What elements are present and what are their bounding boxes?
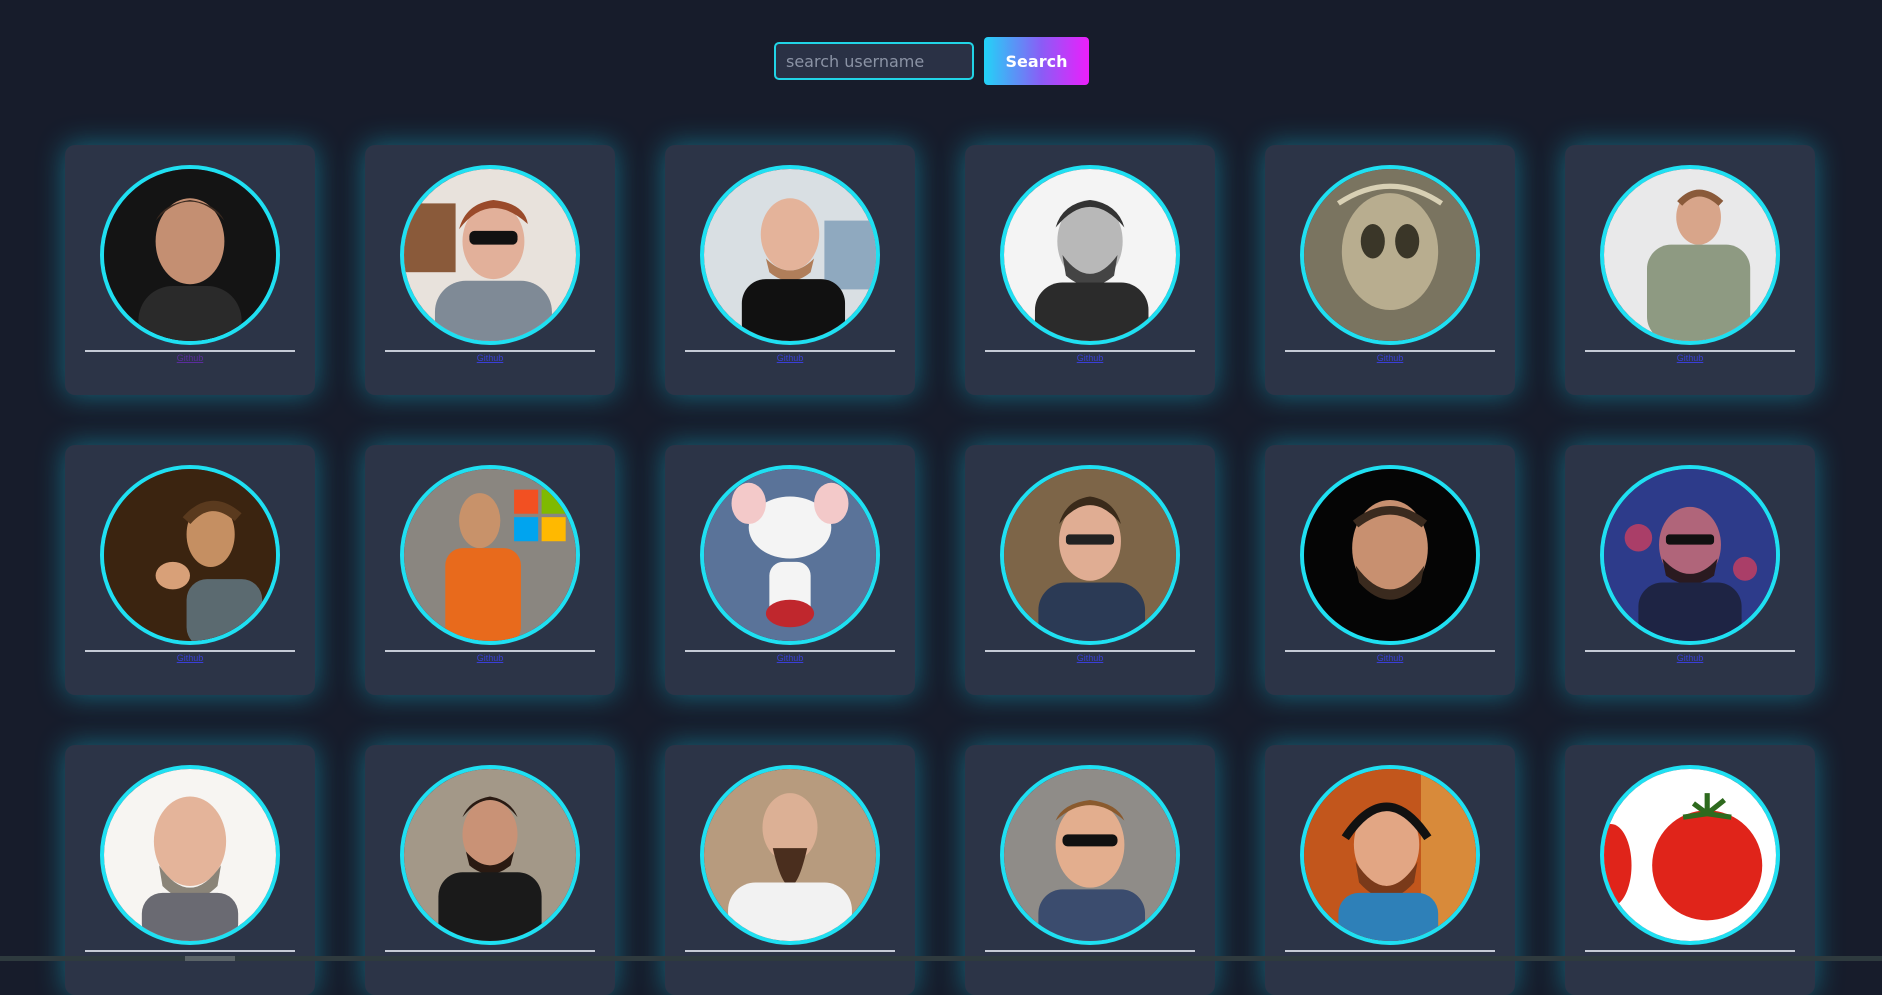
github-link[interactable]: Github: [965, 353, 1215, 363]
avatar-image: [1604, 469, 1776, 641]
search-input[interactable]: [774, 42, 974, 80]
divider: [685, 650, 895, 652]
user-card: Github: [1265, 145, 1515, 395]
search-button[interactable]: Search: [984, 37, 1089, 85]
user-grid: Github Github Github Github Github Githu…: [65, 145, 1815, 995]
user-avatar: [1000, 165, 1180, 345]
user-avatar: [700, 465, 880, 645]
avatar-image: [1304, 169, 1476, 341]
user-card: Github: [665, 145, 915, 395]
avatar-image: [1304, 469, 1476, 641]
user-card: Github: [1265, 445, 1515, 695]
user-avatar: [1000, 765, 1180, 945]
user-avatar: [1300, 465, 1480, 645]
scrollbar-thumb[interactable]: [185, 956, 235, 961]
divider: [1585, 950, 1795, 952]
user-avatar: [1600, 465, 1780, 645]
user-avatar: [100, 165, 280, 345]
github-link[interactable]: Github: [665, 353, 915, 363]
github-link[interactable]: Github: [1565, 653, 1815, 663]
user-card: Github: [65, 445, 315, 695]
user-avatar: [700, 765, 880, 945]
user-avatar: [400, 765, 580, 945]
divider: [985, 650, 1195, 652]
github-link[interactable]: Github: [365, 353, 615, 363]
divider: [85, 350, 295, 352]
github-link[interactable]: Github: [965, 653, 1215, 663]
divider: [85, 950, 295, 952]
divider: [385, 650, 595, 652]
user-card: Github: [965, 145, 1215, 395]
divider: [1285, 650, 1495, 652]
user-avatar: [100, 765, 280, 945]
user-avatar: [400, 465, 580, 645]
user-avatar: [400, 165, 580, 345]
user-avatar: [100, 465, 280, 645]
divider: [1585, 350, 1795, 352]
horizontal-scrollbar[interactable]: [0, 956, 1882, 961]
user-card: Github: [965, 445, 1215, 695]
avatar-image: [404, 469, 576, 641]
user-card: Github: [365, 145, 615, 395]
avatar-image: [1004, 169, 1176, 341]
avatar-image: [104, 769, 276, 941]
search-bar: Search: [774, 37, 1089, 85]
divider: [985, 950, 1195, 952]
divider: [385, 950, 595, 952]
github-link[interactable]: Github: [65, 653, 315, 663]
divider: [985, 350, 1195, 352]
divider: [685, 950, 895, 952]
header: Search: [0, 0, 1882, 110]
user-card: Github: [1565, 145, 1815, 395]
avatar-image: [1604, 769, 1776, 941]
github-link[interactable]: Github: [665, 653, 915, 663]
user-avatar: [700, 165, 880, 345]
avatar-image: [704, 769, 876, 941]
avatar-image: [704, 169, 876, 341]
user-card: Github: [65, 145, 315, 395]
github-link[interactable]: Github: [1565, 353, 1815, 363]
divider: [1285, 350, 1495, 352]
user-card: Github: [665, 445, 915, 695]
github-link[interactable]: Github: [1265, 653, 1515, 663]
avatar-image: [104, 469, 276, 641]
github-link[interactable]: Github: [365, 653, 615, 663]
user-avatar: [1600, 765, 1780, 945]
avatar-image: [404, 169, 576, 341]
avatar-image: [704, 469, 876, 641]
divider: [685, 350, 895, 352]
avatar-image: [404, 769, 576, 941]
avatar-image: [104, 169, 276, 341]
user-card: Github: [365, 445, 615, 695]
github-link[interactable]: Github: [65, 353, 315, 363]
user-avatar: [1300, 165, 1480, 345]
divider: [85, 650, 295, 652]
divider: [385, 350, 595, 352]
avatar-image: [1004, 469, 1176, 641]
user-avatar: [1000, 465, 1180, 645]
user-avatar: [1300, 765, 1480, 945]
github-link[interactable]: Github: [1265, 353, 1515, 363]
avatar-image: [1604, 169, 1776, 341]
avatar-image: [1304, 769, 1476, 941]
divider: [1285, 950, 1495, 952]
avatar-image: [1004, 769, 1176, 941]
divider: [1585, 650, 1795, 652]
user-avatar: [1600, 165, 1780, 345]
user-card: Github: [1565, 445, 1815, 695]
